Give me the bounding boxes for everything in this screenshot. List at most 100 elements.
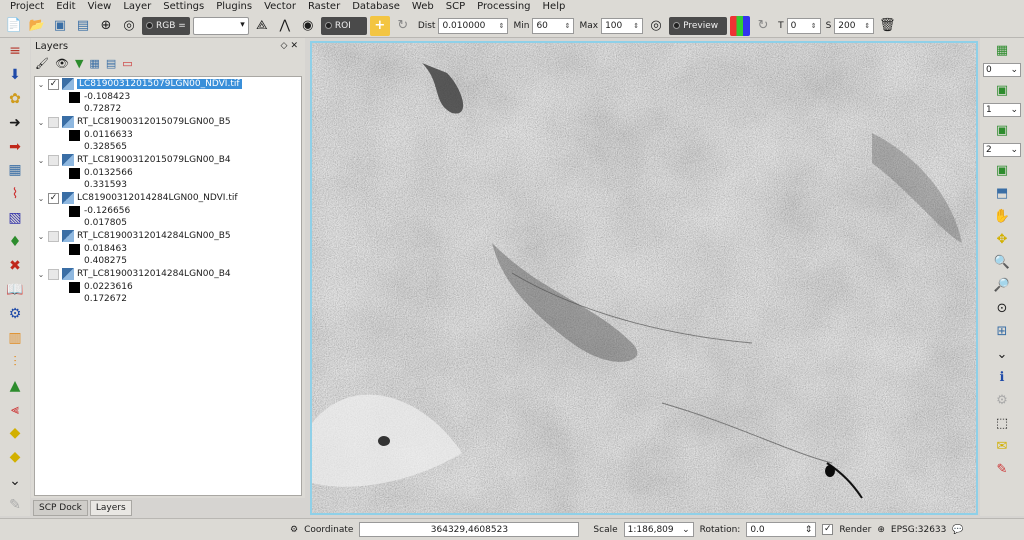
chart-bars-icon[interactable]: ▥ — [4, 327, 26, 349]
menu-processing[interactable]: Processing — [471, 0, 536, 14]
layer-row[interactable]: ⌄ RT_LC81900312015079LGN00_B5 — [37, 115, 301, 129]
scale-combo[interactable]: 1:186,809 ⌄ — [623, 522, 694, 537]
layer-name[interactable]: LC81900312014284LGN00_NDVI.tif — [77, 193, 238, 203]
add-point-icon[interactable]: ◆ — [4, 423, 26, 445]
spreadsheet-icon[interactable]: ▦ — [991, 40, 1013, 60]
coordinate-field[interactable]: 364329,4608523 — [359, 522, 580, 537]
chart-compare-icon[interactable]: ⫶ — [4, 351, 26, 373]
preview-button[interactable]: Preview — [669, 16, 728, 35]
dist-spin-icon[interactable]: ⇕ — [499, 22, 505, 30]
save-project-icon[interactable]: ▣ — [50, 16, 70, 36]
messages-icon[interactable]: 💬 — [952, 525, 963, 535]
layer-visibility-checkbox[interactable]: ✓ — [48, 192, 59, 204]
band-next-icon-0[interactable]: ▣ — [991, 80, 1013, 100]
select-rectangle-icon[interactable]: ⬚ — [991, 413, 1013, 433]
spectral-plot-icon[interactable]: ⌇ — [4, 183, 26, 205]
band-spin-0[interactable]: 0 ⌄ — [983, 63, 1021, 77]
roi-region-icon[interactable]: ⋀ — [275, 16, 295, 36]
zoom-layer-icon[interactable]: ⊞ — [991, 321, 1013, 341]
band-spin-1[interactable]: 1 ⌄ — [983, 103, 1021, 117]
new-project-icon[interactable]: 📄 — [4, 16, 24, 36]
layer-name[interactable]: RT_LC81900312015079LGN00_B5 — [77, 117, 231, 127]
menu-plugins[interactable]: Plugins — [210, 0, 258, 14]
menu-raster[interactable]: Raster — [302, 0, 346, 14]
float-panel-icon[interactable]: ◇ — [281, 41, 291, 51]
menu-help[interactable]: Help — [537, 0, 572, 14]
chart-mix-icon[interactable]: ⫷ — [4, 399, 26, 421]
tool-settings-icon[interactable]: ✖ — [4, 255, 26, 277]
measure-icon[interactable]: ✎ — [991, 459, 1013, 479]
close-panel-icon[interactable]: ✕ — [290, 41, 301, 51]
more-chevron-icon[interactable]: ⌄ — [4, 470, 26, 492]
t-spin-icon[interactable]: ⇕ — [811, 22, 817, 30]
refresh-icon[interactable]: ↻ — [393, 16, 413, 36]
layer-name[interactable]: RT_LC81900312014284LGN00_B4 — [77, 269, 231, 279]
zoom-to-layer-icon[interactable]: ⊕ — [96, 16, 116, 36]
redo-preview-icon[interactable]: ↻ — [753, 16, 773, 36]
search-zoom-icon[interactable]: ◎ — [119, 16, 139, 36]
classification-icon[interactable]: ♦ — [4, 231, 26, 253]
max-spin-icon[interactable]: ⇕ — [633, 22, 639, 30]
add-group-icon[interactable]: 👁 — [55, 57, 69, 70]
zoom-full-icon[interactable]: ⊙ — [991, 298, 1013, 318]
menu-database[interactable]: Database — [346, 0, 406, 14]
band-apply-icon[interactable]: ⬒ — [991, 183, 1013, 203]
roi-pointer-icon[interactable]: ⟁ — [252, 16, 272, 36]
pan-to-selection-icon[interactable]: ✥ — [991, 229, 1013, 249]
import-icon[interactable]: ➜ — [4, 112, 26, 134]
layer-row[interactable]: ⌄ ✓ LC81900312015079LGN00_NDVI.tif — [37, 77, 301, 91]
color-preview-icon[interactable] — [730, 15, 751, 36]
identify-icon[interactable]: ℹ — [991, 367, 1013, 387]
band-set-icon[interactable]: ▦ — [4, 160, 26, 182]
min-spin-icon[interactable]: ⇕ — [565, 22, 571, 30]
layer-row[interactable]: ⌄ RT_LC81900312014284LGN00_B4 — [37, 267, 301, 281]
render-checkbox[interactable]: ✓ — [822, 524, 834, 535]
menu-web[interactable]: Web — [406, 0, 440, 14]
menu-view[interactable]: View — [82, 0, 118, 14]
collapse-all-icon[interactable]: ▤ — [106, 57, 116, 70]
remove-layer-icon[interactable]: ▭ — [122, 57, 132, 70]
layer-visibility-checkbox[interactable]: ✓ — [48, 78, 59, 90]
crs-label[interactable]: EPSG:32633 — [891, 525, 946, 535]
open-layer-styling-icon[interactable]: 🖌 — [35, 57, 49, 70]
expand-chevron-icon[interactable]: ⌄ — [37, 270, 45, 279]
layer-visibility-checkbox[interactable] — [48, 268, 59, 280]
band-next-icon-1[interactable]: ▣ — [991, 120, 1013, 140]
trash-icon[interactable]: 🗑 — [877, 16, 897, 36]
pencil-icon[interactable]: ✎ — [4, 494, 26, 516]
expand-chevron-icon[interactable]: ⌄ — [37, 232, 45, 241]
rgb-button[interactable]: RGB = — [142, 16, 190, 35]
book-icon[interactable]: 📖 — [4, 279, 26, 301]
layer-row[interactable]: ⌄ RT_LC81900312014284LGN00_B5 — [37, 229, 301, 243]
expand-chevron-icon[interactable]: ⌄ — [37, 118, 45, 127]
menu-scp[interactable]: SCP — [440, 0, 471, 14]
max-field[interactable]: 100 ⇕ — [601, 17, 644, 34]
zoom-roi-icon[interactable]: ◉ — [298, 16, 318, 36]
remove-point-icon[interactable]: ◆ — [4, 446, 26, 468]
layer-row[interactable]: ⌄ ✓ LC81900312014284LGN00_NDVI.tif — [37, 191, 301, 205]
select-features-icon[interactable]: ⚙ — [991, 390, 1013, 410]
layer-name[interactable]: RT_LC81900312014284LGN00_B5 — [77, 231, 231, 241]
band-spin-2[interactable]: 2 ⌄ — [983, 143, 1021, 157]
crs-icon[interactable]: ⊕ — [877, 525, 885, 535]
more-tools-chevron-icon[interactable]: ⌄ — [991, 344, 1013, 364]
min-field[interactable]: 60 ⇕ — [532, 17, 575, 34]
zoom-in-icon[interactable]: 🔍 — [991, 252, 1013, 272]
layer-row[interactable]: ⌄ RT_LC81900312015079LGN00_B4 — [37, 153, 301, 167]
save-as-icon[interactable]: ▤ — [73, 16, 93, 36]
tab-layers[interactable]: Layers — [89, 500, 132, 516]
coordinate-icon[interactable]: ⚙ — [290, 525, 298, 535]
add-roi-icon[interactable]: + — [369, 15, 390, 36]
layers-stack-icon[interactable]: ≡ — [4, 40, 26, 62]
expand-chevron-icon[interactable]: ⌄ — [37, 80, 45, 89]
s-field[interactable]: 200 ⇕ — [834, 17, 875, 34]
zoom-preview-icon[interactable]: ◎ — [646, 16, 666, 36]
layer-visibility-checkbox[interactable] — [48, 154, 59, 166]
settings-gear-icon[interactable]: ⚙ — [4, 303, 26, 325]
filter-legend-icon[interactable]: ▼ — [75, 57, 83, 70]
map-canvas[interactable] — [310, 41, 978, 515]
expand-all-icon[interactable]: ▦ — [89, 57, 99, 70]
open-project-icon[interactable]: 📂 — [27, 16, 47, 36]
menu-layer[interactable]: Layer — [117, 0, 157, 14]
layer-name[interactable]: RT_LC81900312015079LGN00_B4 — [77, 155, 231, 165]
